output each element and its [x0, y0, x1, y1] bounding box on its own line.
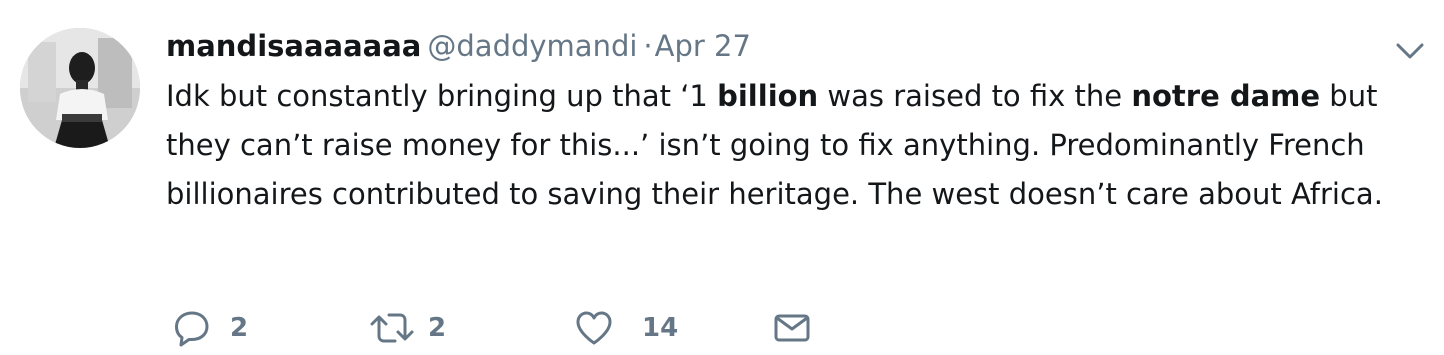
retweet-button[interactable]: 2	[368, 306, 446, 350]
separator-dot: ·	[643, 29, 653, 63]
avatar[interactable]	[20, 28, 140, 148]
reply-count: 2	[230, 313, 249, 343]
envelope-icon	[772, 308, 812, 348]
user-handle[interactable]: @daddymandi	[427, 29, 637, 63]
tweet-text: Idk but constantly bringing up that ‘1 b…	[166, 72, 1386, 219]
tweet-date[interactable]: Apr 27	[655, 29, 751, 63]
tweet-text-segment: was raised to fix the	[818, 79, 1132, 113]
chevron-down-icon[interactable]	[1392, 36, 1428, 66]
display-name[interactable]: mandisaaaaaaa	[166, 29, 421, 63]
tweet-header: mandisaaaaaaa @daddymandi ·Apr 27	[166, 24, 1396, 68]
tweet-body: mandisaaaaaaa @daddymandi ·Apr 27 Idk but …	[166, 24, 1396, 219]
like-count: 14	[642, 313, 679, 343]
retweet-count: 2	[428, 313, 447, 343]
retweet-icon	[368, 308, 416, 348]
tweet-text-bold-billion: billion	[717, 79, 819, 113]
tweet-text-segment: Idk but constantly bringing up that ‘1	[166, 79, 718, 113]
tweet[interactable]: mandisaaaaaaa @daddymandi ·Apr 27 Idk but …	[0, 0, 1444, 355]
tweet-text-bold-notre-dame: notre dame	[1131, 79, 1321, 113]
reply-button[interactable]: 2	[172, 306, 248, 350]
direct-message-button[interactable]	[772, 306, 812, 350]
like-button[interactable]: 14	[574, 306, 678, 350]
heart-icon	[574, 308, 614, 348]
reply-icon	[172, 308, 212, 348]
